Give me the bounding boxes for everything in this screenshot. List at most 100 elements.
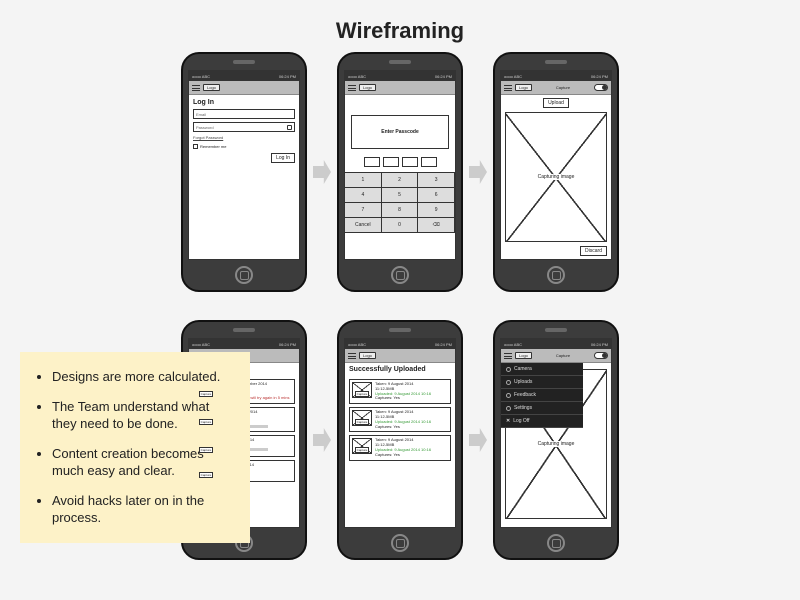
thumb-label: Capture — [355, 391, 370, 397]
passcode-prompt: Enter Passcode — [351, 115, 449, 149]
email-field[interactable]: Email — [193, 109, 295, 119]
drawer-item-logoff[interactable]: ✕Log Off — [501, 415, 583, 428]
capture-preview: Capturing image — [505, 112, 607, 242]
key-0[interactable]: 0 — [382, 218, 419, 233]
phone-speaker — [389, 328, 411, 332]
keypad: 1 2 3 4 5 6 7 8 9 Cancel 0 ⌫ — [345, 172, 455, 233]
status-bar: oooo ABC 06:24 PM — [189, 71, 299, 81]
passcode-inputs[interactable] — [345, 157, 455, 167]
key-5[interactable]: 5 — [382, 188, 419, 203]
drawer-item-uploads[interactable]: Uploads — [501, 376, 583, 389]
key-4[interactable]: 4 — [345, 188, 382, 203]
screen-uploaded: oooo ABC 06:24 PM Logo Successfully Uplo… — [344, 338, 456, 528]
logo-chip: Logo — [203, 84, 220, 91]
app-bar: Logo — [345, 81, 455, 95]
screen-capture: oooo ABC 06:24 PM Logo Capture Upload Ca… — [500, 70, 612, 260]
settings-icon — [506, 406, 511, 411]
screen-login: oooo ABC 06:24 PM Logo Log In Email Pass… — [188, 70, 300, 260]
drawer-item-camera[interactable]: Camera — [501, 363, 583, 376]
status-bar: oooo ABC 06:24 PM — [501, 339, 611, 349]
app-bar: Logo Capture — [501, 81, 611, 95]
thumb-label: Capture — [199, 472, 214, 478]
home-button[interactable] — [391, 534, 409, 552]
capture-label: Capture — [556, 353, 570, 358]
status-bar: oooo ABC 06:24 PM — [189, 339, 299, 349]
arrow-icon — [313, 160, 331, 184]
uploaded-heading: Successfully Uploaded — [345, 363, 455, 376]
arrow-icon — [313, 428, 331, 452]
phone-speaker — [545, 328, 567, 332]
clock: 06:24 PM — [435, 342, 452, 347]
row-1: oooo ABC 06:24 PM Logo Log In Email Pass… — [181, 52, 619, 292]
phone-passcode: oooo ABC 06:24 PM Logo Enter Passcode 1 … — [337, 52, 463, 292]
thumb-label: Capture — [199, 419, 214, 425]
drawer-label: Log Off — [513, 418, 529, 424]
key-6[interactable]: 6 — [418, 188, 455, 203]
remember-label: Remember me — [200, 144, 226, 149]
arrow-icon — [469, 428, 487, 452]
drawer-label: Feedback — [514, 392, 536, 398]
thumb-label: Capture — [355, 447, 370, 453]
menu-icon[interactable] — [192, 85, 200, 91]
list-item[interactable]: Capture Taken: 9 August 2014 11:12-5MB U… — [349, 379, 451, 404]
carrier: oooo ABC — [504, 342, 522, 347]
clock: 06:24 PM — [279, 74, 296, 79]
feedback-icon — [506, 393, 511, 398]
phone-login: oooo ABC 06:24 PM Logo Log In Email Pass… — [181, 52, 307, 292]
lock-icon — [287, 125, 292, 130]
capture-toggle[interactable] — [594, 84, 608, 91]
home-button[interactable] — [547, 534, 565, 552]
thumb-label: Capture — [199, 391, 214, 397]
login-heading: Log In — [193, 99, 295, 106]
logo-chip: Logo — [359, 84, 376, 91]
drawer-item-feedback[interactable]: Feedback — [501, 389, 583, 402]
item-meta: Taken: 9 August 2014 11:12-5MB Uploaded:… — [375, 382, 431, 401]
home-button[interactable] — [235, 266, 253, 284]
menu-icon[interactable] — [504, 85, 512, 91]
clock: 06:24 PM — [279, 342, 296, 347]
logo-chip: Logo — [515, 84, 532, 91]
key-2[interactable]: 2 — [382, 173, 419, 188]
carrier: oooo ABC — [348, 74, 366, 79]
key-8[interactable]: 8 — [382, 203, 419, 218]
remember-checkbox[interactable]: Remember me — [193, 144, 295, 149]
logo-chip: Logo — [515, 352, 532, 359]
key-3[interactable]: 3 — [418, 173, 455, 188]
page-title: Wireframing — [0, 0, 800, 52]
key-7[interactable]: 7 — [345, 203, 382, 218]
app-bar: Logo — [189, 81, 299, 95]
phone-speaker — [389, 60, 411, 64]
thumbnail: Capture — [352, 438, 372, 454]
password-placeholder: Password — [196, 125, 214, 130]
upload-button[interactable]: Upload — [543, 98, 569, 108]
menu-icon[interactable] — [348, 353, 356, 359]
key-1[interactable]: 1 — [345, 173, 382, 188]
home-button[interactable] — [391, 266, 409, 284]
thumb-label: Capture — [199, 447, 214, 453]
forgot-password-link[interactable]: Forgot Password — [193, 135, 295, 140]
capture-toggle[interactable] — [594, 352, 608, 359]
drawer-label: Settings — [514, 405, 532, 411]
menu-icon[interactable] — [504, 353, 512, 359]
key-9[interactable]: 9 — [418, 203, 455, 218]
status-bar: oooo ABC 06:24 PM — [501, 71, 611, 81]
list-item[interactable]: Capture Taken: 9 August 2014 11:12-5MB U… — [349, 435, 451, 460]
carrier: oooo ABC — [348, 342, 366, 347]
uploads-icon — [506, 380, 511, 385]
key-cancel[interactable]: Cancel — [345, 218, 382, 233]
login-button[interactable]: Log In — [271, 153, 295, 163]
note-bullet: Designs are more calculated. — [52, 368, 236, 386]
list-item[interactable]: Capture Taken: 9 August 2014 11:12-5MB U… — [349, 407, 451, 432]
menu-icon[interactable] — [348, 85, 356, 91]
clock: 06:24 PM — [591, 342, 608, 347]
drawer-item-settings[interactable]: Settings — [501, 402, 583, 415]
password-field[interactable]: Password — [193, 122, 295, 132]
capture-label: Capture — [556, 85, 570, 90]
drawer-label: Uploads — [514, 379, 532, 385]
screen-drawer: oooo ABC 06:24 PM Logo Capture Capturing… — [500, 338, 612, 528]
key-backspace[interactable]: ⌫ — [418, 218, 455, 233]
close-icon: ✕ — [506, 418, 510, 424]
discard-button[interactable]: Discard — [580, 246, 607, 256]
home-button[interactable] — [547, 266, 565, 284]
clock: 06:24 PM — [591, 74, 608, 79]
